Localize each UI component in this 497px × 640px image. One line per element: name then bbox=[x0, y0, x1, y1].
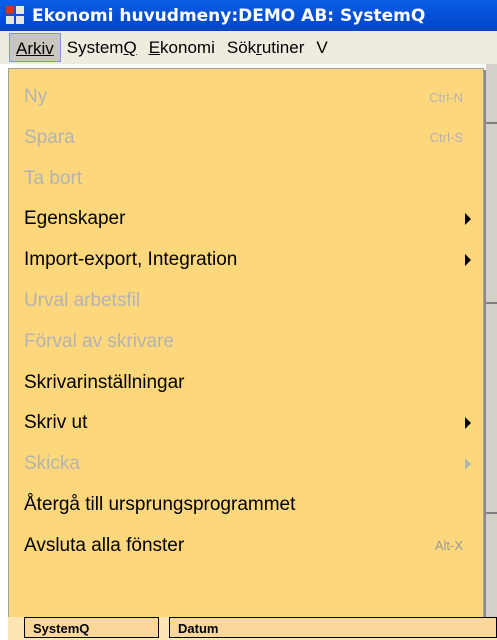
menu-item-skicka[interactable]: Skicka bbox=[9, 444, 483, 484]
menu-item-shortcut: Alt-X bbox=[434, 538, 463, 554]
table-header: SystemQ Datum bbox=[8, 617, 497, 640]
menu-item-skrivarinstallningar[interactable]: Skrivarinställningar bbox=[9, 363, 483, 403]
menu-item-label: Spara bbox=[24, 126, 75, 148]
menu-item-spara[interactable]: Spara Ctrl-S bbox=[9, 118, 483, 158]
menu-item-label: Egenskaper bbox=[24, 208, 126, 230]
submenu-arrow-icon bbox=[465, 458, 471, 471]
submenu-arrow-icon bbox=[465, 254, 471, 267]
background-window-edge bbox=[486, 64, 497, 640]
menu-item-label: Ny bbox=[24, 86, 48, 107]
title-bar[interactable]: Ekonomi huvudmeny:DEMO AB: SystemQ bbox=[0, 0, 497, 31]
submenu-arrow-icon bbox=[465, 213, 471, 226]
menu-bar: Arkiv SystemQ Ekonomi Sökrutiner V bbox=[0, 31, 497, 64]
menu-item-avsluta-alla-fonster[interactable]: Avsluta alla fönster Alt-X bbox=[9, 526, 483, 566]
menu-item-label: Skriv ut bbox=[24, 412, 88, 434]
column-header-datum[interactable]: Datum bbox=[169, 617, 497, 638]
menu-item-ta-bort[interactable]: Ta bort bbox=[9, 159, 483, 199]
menu-item-label: Skrivarinställningar bbox=[24, 371, 185, 393]
menu-item-label: Urval arbetsfil bbox=[24, 290, 141, 311]
menu-item-shortcut: Ctrl-S bbox=[429, 130, 463, 146]
menu-item-skriv-ut[interactable]: Skriv ut bbox=[9, 403, 483, 443]
menu-item-aterga-till-ursprungsprogrammet[interactable]: Återgå till ursprungsprogrammet bbox=[9, 485, 483, 525]
menu-item-ny[interactable]: Ny Ctrl-N bbox=[9, 77, 483, 117]
menu-item-label: Ta bort bbox=[24, 167, 83, 189]
menu-item-shortcut: Ctrl-N bbox=[429, 89, 463, 105]
menu-item-egenskaper[interactable]: Egenskaper bbox=[9, 199, 483, 239]
menu-systemq[interactable]: SystemQ bbox=[61, 33, 143, 62]
arkiv-dropdown-menu: Ny Ctrl-N Spara Ctrl-S Ta bort Egenskaper Impo… bbox=[8, 68, 484, 618]
menu-item-label: Skicka bbox=[24, 453, 80, 475]
menu-item-label: Återgå till ursprungsprogrammet bbox=[24, 494, 296, 515]
column-header-systemq[interactable]: SystemQ bbox=[24, 617, 159, 638]
submenu-arrow-icon bbox=[465, 417, 471, 430]
menu-arkiv[interactable]: Arkiv bbox=[9, 33, 61, 62]
window-title: Ekonomi huvudmeny:DEMO AB: SystemQ bbox=[32, 5, 426, 26]
menu-item-forval-av-skrivare[interactable]: Förval av skrivare bbox=[9, 322, 483, 362]
menu-sokrutiner[interactable]: Sökrutiner bbox=[221, 33, 311, 62]
menu-item-label: Import-export, Integration bbox=[24, 249, 238, 271]
app-icon[interactable] bbox=[6, 5, 26, 26]
menu-item-label: Avsluta alla fönster bbox=[24, 534, 185, 556]
menu-ekonomi[interactable]: Ekonomi bbox=[143, 33, 221, 62]
menu-v[interactable]: V bbox=[310, 33, 333, 62]
menu-item-import-export-integration[interactable]: Import-export, Integration bbox=[9, 240, 483, 280]
menu-item-label: Förval av skrivare bbox=[24, 330, 174, 352]
menu-item-urval-arbetsfil[interactable]: Urval arbetsfil bbox=[9, 281, 483, 321]
